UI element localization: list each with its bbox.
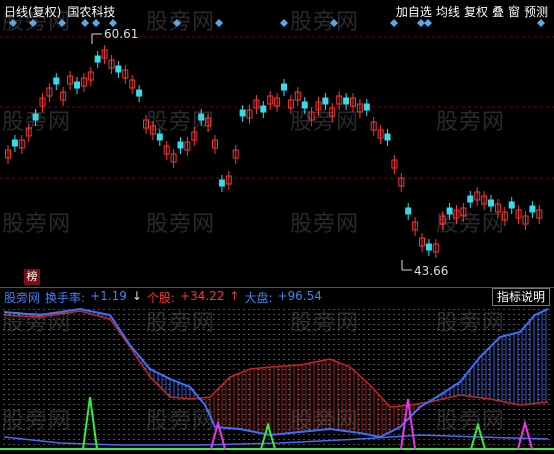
- overlay-button[interactable]: 叠: [492, 3, 504, 20]
- signal-spike: [82, 396, 98, 450]
- candle-body: [384, 133, 391, 141]
- signal-diamond-icon: [537, 19, 545, 27]
- indicator-legend: 股旁网 换手率: +1.19 ↓ 个股: +34.22 ↑ 大盘: +96.54: [4, 289, 322, 306]
- candle-body: [405, 207, 412, 215]
- candle-body: [239, 109, 246, 117]
- adjust-button[interactable]: 复权: [464, 3, 488, 20]
- candle-body: [218, 179, 225, 187]
- signal-diamond-icon: [109, 19, 117, 27]
- signal-spike: [517, 419, 533, 450]
- low-price-label: 43.66: [414, 264, 449, 278]
- candle-body: [156, 133, 163, 141]
- indicator-chart[interactable]: [0, 287, 554, 454]
- signal-diamond-icon: [390, 19, 398, 27]
- signal-diamond-icon: [92, 19, 100, 27]
- candle-body: [177, 141, 184, 149]
- rank-badge[interactable]: 榜: [24, 269, 40, 285]
- kline-chart[interactable]: [0, 0, 554, 287]
- signal-diamond-icon: [58, 19, 66, 27]
- stock-label: 个股:: [146, 291, 175, 305]
- stock-value: +34.22: [179, 289, 225, 303]
- candle-body: [53, 77, 60, 85]
- turnover-value: +1.19: [90, 289, 127, 303]
- signal-diamond-icon: [173, 19, 181, 27]
- candle-body: [467, 195, 474, 203]
- add-watchlist-button[interactable]: 加自选: [396, 3, 432, 20]
- candle-body: [343, 97, 350, 105]
- candle-body: [322, 97, 329, 105]
- signal-spike: [260, 421, 276, 450]
- candle-body: [136, 89, 143, 97]
- candle-body: [508, 201, 515, 209]
- candle-body: [488, 199, 494, 207]
- signal-diamond-icon: [424, 19, 432, 27]
- candle-body: [198, 113, 205, 121]
- market-value: +96.54: [277, 289, 322, 303]
- market-label: 大盘:: [244, 291, 273, 305]
- candle-body: [74, 81, 80, 89]
- candle-body: [446, 207, 453, 215]
- stock-arrow: ↑: [229, 289, 240, 303]
- candle-body: [260, 105, 267, 113]
- blue-line: [3, 307, 549, 439]
- signal-diamond-icon: [29, 19, 37, 27]
- chart-title-bar: 日线(复权) 国农科技: [4, 3, 121, 19]
- window-button[interactable]: 窗: [508, 3, 520, 20]
- kline-panel[interactable]: 日线(复权) 国农科技 加自选 均线 复权 叠 窗 预测 60.61 43.66…: [0, 0, 554, 287]
- forecast-button[interactable]: 预测: [524, 3, 548, 20]
- candle-body: [363, 103, 370, 111]
- ma-line-button[interactable]: 均线: [436, 3, 460, 20]
- signal-diamond-icon: [330, 19, 338, 27]
- signal-diamond-icon: [81, 19, 89, 27]
- signal-diamond-icon: [280, 19, 288, 27]
- turnover-label: 换手率:: [45, 291, 86, 305]
- candle-body: [301, 101, 308, 109]
- candle-body: [529, 205, 536, 213]
- signal-diamond-icon: [417, 19, 425, 27]
- stock-name: 国农科技: [67, 4, 116, 19]
- candle-body: [115, 65, 122, 73]
- signal-diamond-icon: [9, 19, 17, 27]
- candle-body: [425, 243, 432, 251]
- chart-toolbar: 加自选 均线 复权 叠 窗 预测: [396, 3, 548, 20]
- indicator-panel[interactable]: 股旁网 换手率: +1.19 ↓ 个股: +34.22 ↑ 大盘: +96.54…: [0, 287, 554, 454]
- candle-body: [32, 113, 39, 121]
- candle-body: [281, 83, 287, 91]
- high-price-label: 60.61: [104, 27, 139, 41]
- indicator-help-button[interactable]: 指标说明: [491, 288, 550, 306]
- candle-body: [11, 139, 18, 147]
- signal-diamond-icon: [215, 19, 223, 27]
- period-label[interactable]: 日线(复权): [4, 3, 61, 20]
- candle-body: [94, 55, 101, 63]
- turnover-arrow: ↓: [131, 289, 142, 303]
- indicator-name: 股旁网: [4, 291, 41, 305]
